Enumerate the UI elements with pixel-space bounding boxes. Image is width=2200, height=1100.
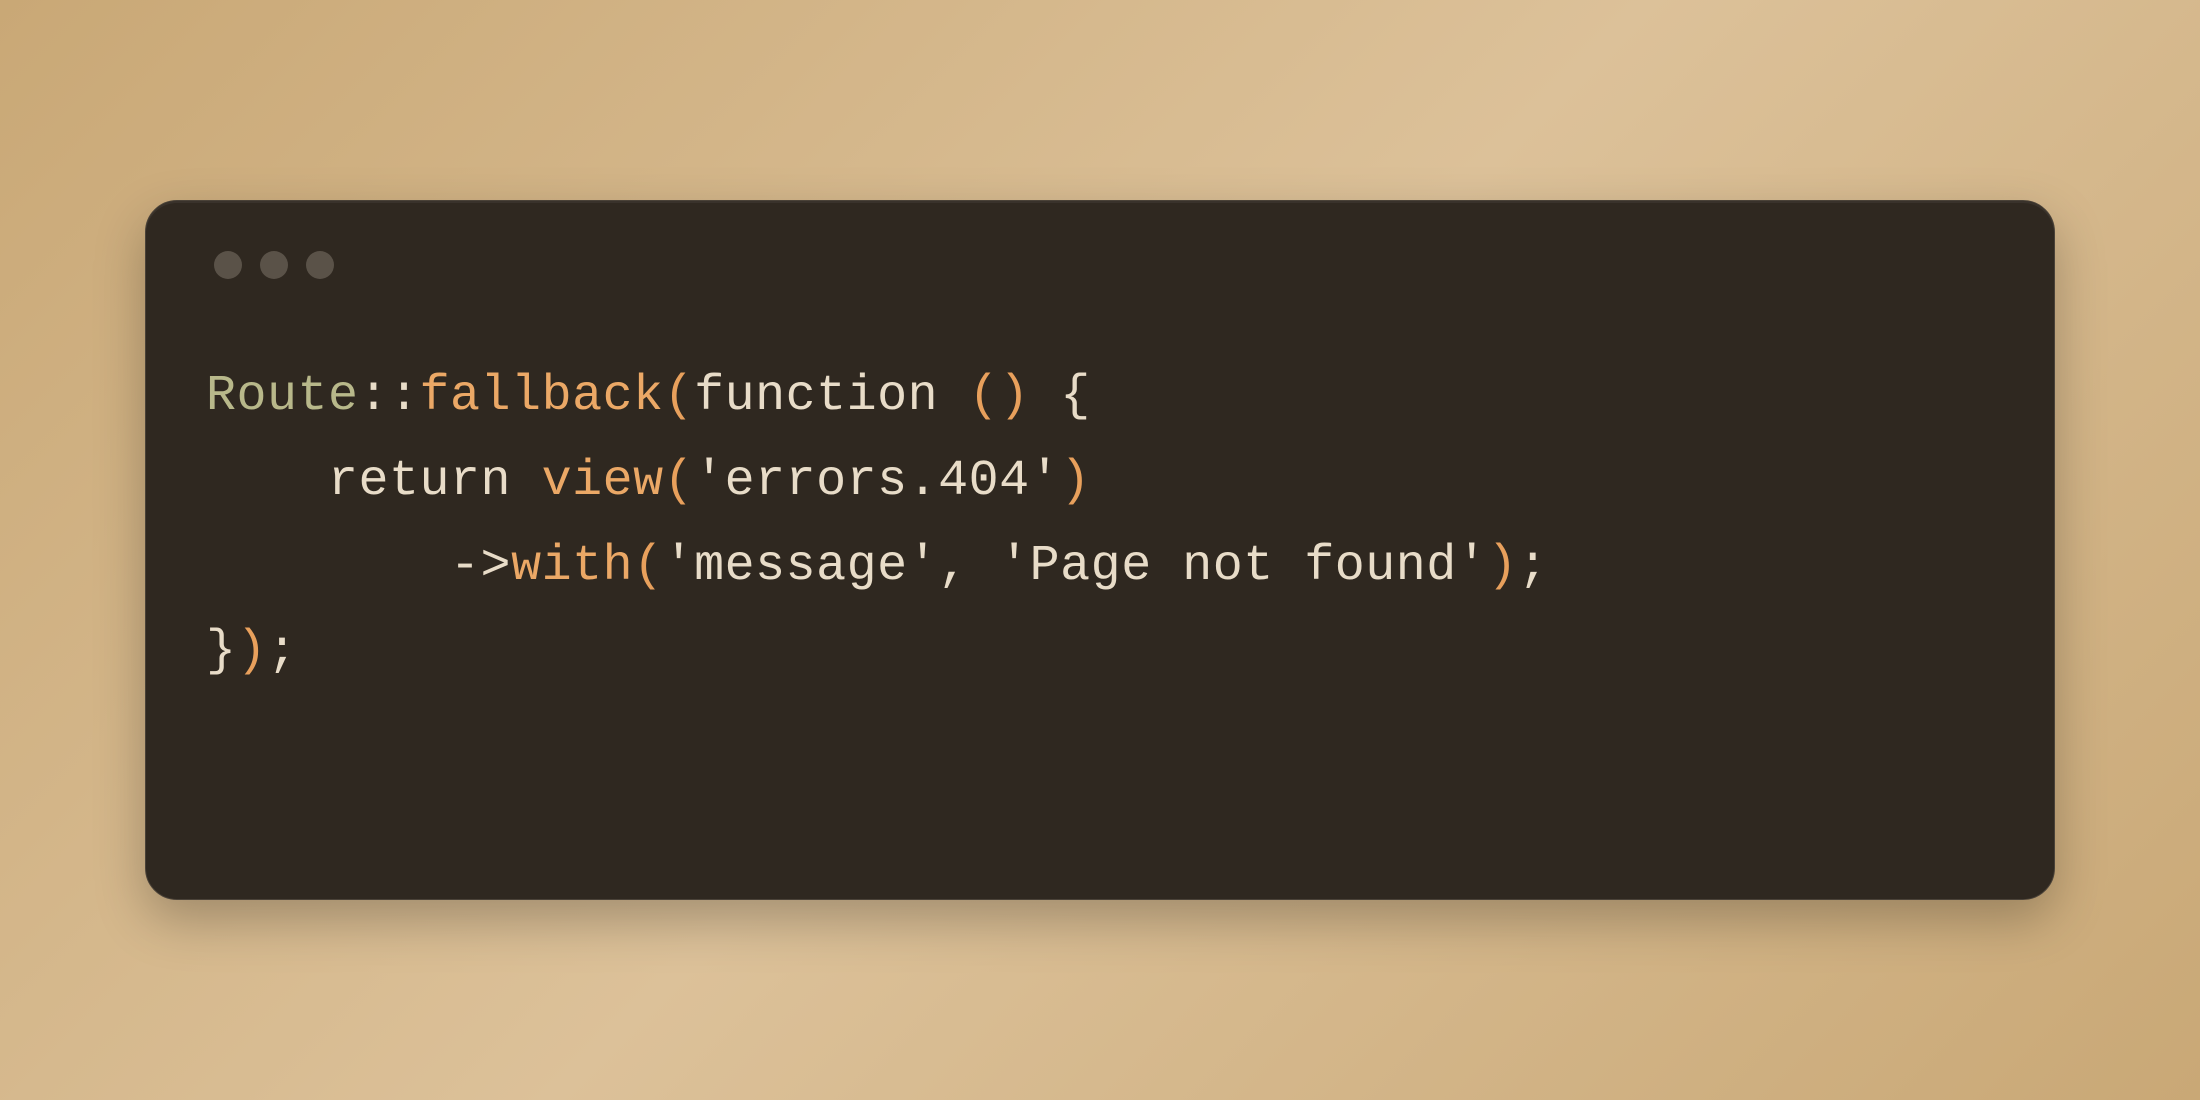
code-content: Route::fallback(function () { return vie… — [206, 354, 1994, 694]
code-token — [1030, 368, 1061, 425]
code-window: Route::fallback(function () { return vie… — [145, 200, 2055, 900]
code-line: }); — [206, 609, 1994, 694]
code-token: , — [938, 538, 999, 595]
code-token: :: — [359, 368, 420, 425]
code-token: ( — [664, 368, 695, 425]
window-control-close[interactable] — [214, 251, 242, 279]
code-token: ) — [237, 623, 268, 680]
code-indent — [206, 538, 450, 595]
code-line: Route::fallback(function () { — [206, 354, 1994, 439]
code-token: ( — [633, 538, 664, 595]
code-line: return view('errors.404') — [206, 439, 1994, 524]
code-token: 'message' — [664, 538, 939, 595]
code-token: ) — [1487, 538, 1518, 595]
window-control-maximize[interactable] — [306, 251, 334, 279]
code-token: -> — [450, 538, 511, 595]
code-token: ) — [1060, 453, 1091, 510]
code-line: ->with('message', 'Page not found'); — [206, 524, 1994, 609]
code-token: with — [511, 538, 633, 595]
code-indent — [206, 453, 328, 510]
code-token: 'Page not found' — [999, 538, 1487, 595]
code-token: ; — [1518, 538, 1549, 595]
code-token: } — [206, 623, 237, 680]
code-token: { — [1060, 368, 1091, 425]
code-token: ( — [664, 453, 695, 510]
code-token: () — [969, 368, 1030, 425]
code-token: Route — [206, 368, 359, 425]
code-token: return — [328, 453, 542, 510]
code-token: view — [542, 453, 664, 510]
window-control-minimize[interactable] — [260, 251, 288, 279]
window-controls — [214, 251, 1994, 279]
code-token: fallback — [420, 368, 664, 425]
code-token: function — [694, 368, 969, 425]
code-token: 'errors.404' — [694, 453, 1060, 510]
code-token: ; — [267, 623, 298, 680]
